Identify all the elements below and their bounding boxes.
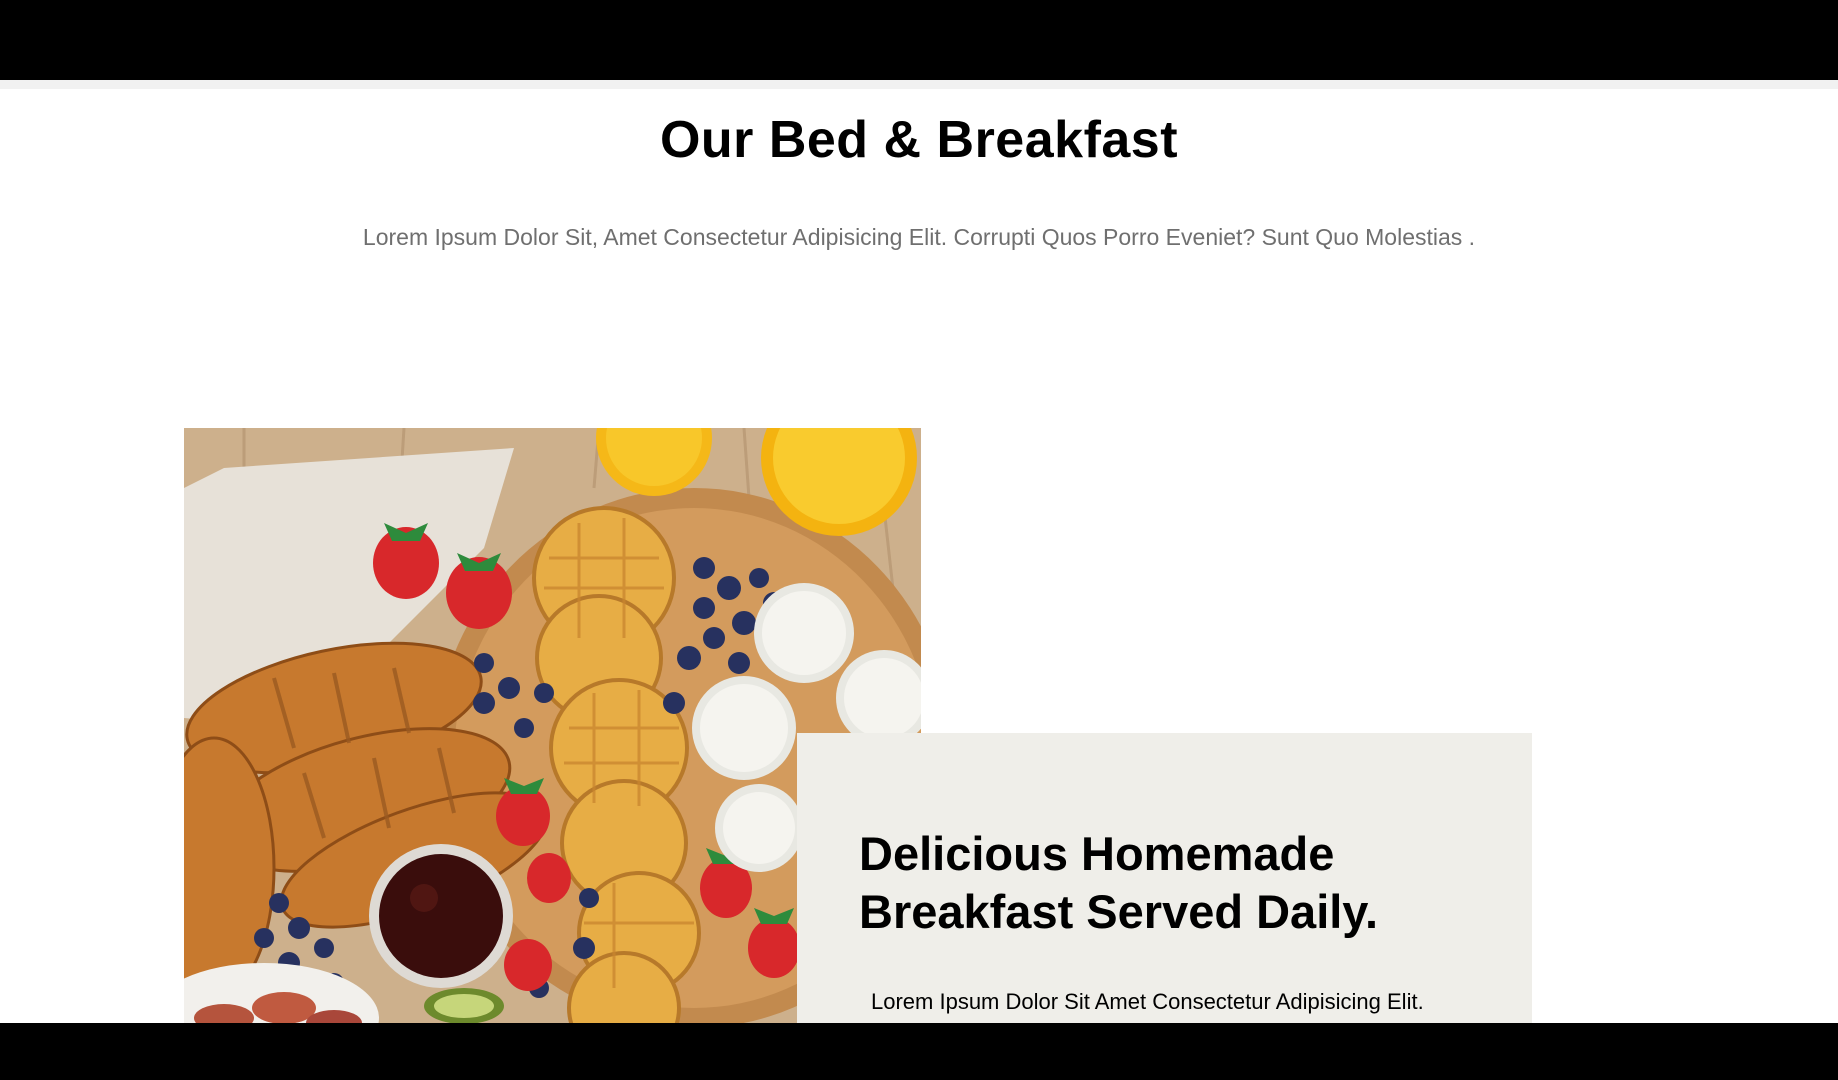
bottom-black-bar xyxy=(0,1023,1838,1080)
top-black-bar xyxy=(0,0,1838,80)
feature-heading-line2: Breakfast Served Daily. xyxy=(859,885,1379,938)
feature-text: Lorem Ipsum Dolor Sit Amet Consectetur A… xyxy=(871,989,1424,1014)
feature-card: Delicious Homemade Breakfast Served Dail… xyxy=(797,733,1532,1023)
top-divider xyxy=(0,80,1838,89)
feature-heading: Delicious Homemade Breakfast Served Dail… xyxy=(859,825,1499,941)
section-title: Our Bed & Breakfast xyxy=(659,111,1179,169)
section-subtitle: Lorem Ipsum Dolor Sit, Amet Consectetur … xyxy=(362,224,1476,250)
feature-heading-line1: Delicious Homemade xyxy=(859,827,1335,880)
